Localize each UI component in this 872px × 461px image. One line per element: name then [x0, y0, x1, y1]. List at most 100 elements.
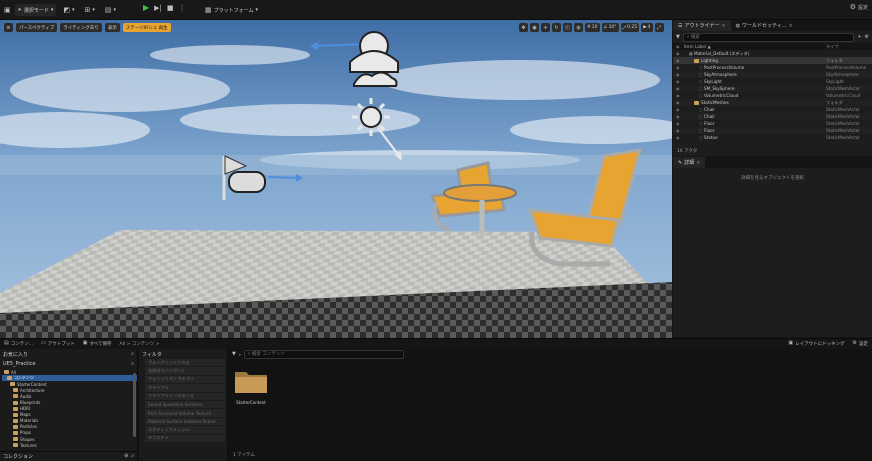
scale-icon[interactable]: ◰	[563, 23, 572, 32]
gear-icon[interactable]: ⚙	[865, 34, 869, 40]
rotation-snap[interactable]: ∠ 10°	[601, 23, 619, 32]
platforms-button[interactable]: ▦ プラットフォーム ▾	[202, 4, 261, 16]
step-icon[interactable]: ▶|	[154, 4, 162, 12]
filter-item[interactable]: マテリアル	[145, 384, 225, 393]
stop-icon[interactable]: ■	[167, 4, 174, 12]
outliner-row[interactable]: ◉ ◌ SkyAtmosphere SkyAtmosphere	[673, 71, 872, 78]
select-icon[interactable]: ◉	[530, 23, 539, 32]
outliner-row[interactable]: ◉ StaticMeshes フォルダ	[673, 99, 872, 106]
filter-item[interactable]: Rich Surround Volume Texture	[145, 409, 225, 418]
filter-icon[interactable]: ▼	[232, 351, 236, 357]
mode-select[interactable]: ➤ 選択モード ▾	[14, 4, 57, 16]
asset-tile-starter-content[interactable]: StarterContent	[234, 368, 268, 416]
gear-icon: ⚙	[852, 340, 857, 346]
filter-icon[interactable]: ▼	[676, 34, 680, 40]
add-icon[interactable]: ⊕	[124, 454, 128, 459]
col-label[interactable]: Item Label ▲	[684, 44, 826, 49]
outliner-search-input[interactable]: ⌕ 検索	[682, 32, 855, 42]
outliner-row[interactable]: ◉ ◌ SM_SkySphere StaticMeshActor	[673, 85, 872, 92]
outliner-row[interactable]: ◉ ◌ PostProcessVolume PostProcessVolume	[673, 64, 872, 71]
rotate-icon[interactable]: ↻	[552, 23, 561, 32]
close-icon[interactable]: ×	[788, 23, 792, 29]
content-settings-button[interactable]: ⚙ 設定	[853, 341, 868, 347]
favorites-header[interactable]: お気に入り ⌕	[0, 349, 137, 359]
outliner-row[interactable]: ◉ ◍ Material_Default (エディタ)	[673, 50, 872, 57]
outliner-row[interactable]: ◉ ◌ Floor StaticMeshActor	[673, 120, 872, 127]
maximize-icon[interactable]: ⤢	[654, 23, 664, 32]
add-icon[interactable]: +	[857, 34, 861, 40]
grid-snap[interactable]: #10	[585, 23, 600, 32]
output-log-button[interactable]: ▭ アウトプット	[41, 341, 75, 347]
hamburger-icon[interactable]: ≡	[4, 23, 13, 32]
asset-search-input[interactable]: ⌕ 検索 コンテンツ	[243, 349, 404, 359]
close-icon[interactable]: ×	[696, 160, 700, 166]
search-icon[interactable]: ⌕	[131, 361, 134, 367]
filter-item[interactable]: Sound Speedline Sections	[145, 400, 225, 410]
tree-scrollbar[interactable]	[133, 373, 136, 437]
outliner-row[interactable]: ◉ ◌ Chair StaticMeshActor	[673, 113, 872, 120]
save-icon[interactable]: ▣	[4, 6, 11, 14]
outliner-row[interactable]: ◉ ◌ Statue StaticMeshActor	[673, 134, 872, 141]
collections-header[interactable]: コレクション ⊕ ⌕	[0, 451, 137, 461]
settings-button[interactable]: ⚙ 設定	[850, 4, 868, 12]
col-type[interactable]: タイプ	[826, 44, 872, 50]
outliner-item-type: フォルダ	[826, 57, 843, 63]
move-icon[interactable]: ✛	[541, 23, 550, 32]
show-button[interactable]: 表示	[104, 23, 120, 32]
breadcrumb[interactable]: All > コンテンツ >	[120, 341, 160, 347]
filter-item[interactable]: テクスチャ	[145, 434, 225, 443]
filter-item[interactable]: ブループリントクラス	[145, 359, 225, 368]
tab-details[interactable]: ✎ 詳細 ×	[673, 157, 706, 168]
eye-icon[interactable]: ◉	[676, 135, 684, 140]
filters-header: フィルタ	[142, 351, 162, 358]
eye-icon[interactable]: ◉	[676, 128, 684, 133]
content-drawer-button[interactable]: ▤ コンテン...	[4, 341, 33, 347]
filter-item[interactable]: Material Surface Instance Scene	[145, 417, 225, 427]
folder-icon	[13, 418, 18, 423]
world-icon[interactable]: ◍	[574, 23, 583, 32]
outliner-row[interactable]: ◉ ◌ VolumetricCloud VolumetricCloud	[673, 92, 872, 99]
search-icon[interactable]: ⌕	[131, 351, 134, 357]
eye-icon[interactable]: ◉	[676, 58, 684, 63]
filter-item[interactable]: チェンジリストカテゴリ	[145, 375, 225, 385]
save-all-button[interactable]: ▣ すべて保存	[83, 341, 112, 347]
eye-icon[interactable]: ◉	[676, 86, 684, 91]
filter-item[interactable]: 名前付きバリアント	[145, 367, 225, 376]
search-icon[interactable]: ⌕	[131, 454, 134, 459]
scale-snap[interactable]: ⤢ 0.25	[620, 23, 640, 32]
eye-icon[interactable]: ◉	[676, 72, 684, 77]
outliner-row[interactable]: ◉ Lighting フォルダ	[673, 57, 872, 64]
close-icon[interactable]: ×	[721, 23, 725, 29]
folder-tree-item[interactable]: Textures	[2, 442, 137, 448]
more-icon[interactable]: ⋮	[179, 4, 186, 12]
outliner-row[interactable]: ◉ ◌ Chair StaticMeshActor	[673, 106, 872, 113]
camera-speed[interactable]: ▶ 4	[641, 23, 653, 32]
outliner-row[interactable]: ◉ ◌ Floor StaticMeshActor	[673, 127, 872, 134]
tab-world-settings[interactable]: ◍ ワールドセッティ... ×	[731, 20, 798, 31]
play-icon[interactable]: ▶	[143, 4, 149, 12]
eye-icon[interactable]: ◉	[676, 93, 684, 98]
content-add-button[interactable]: ◩ ▾	[60, 4, 77, 16]
filter-item[interactable]: スタティックメッシュ	[145, 426, 225, 435]
blueprint-button[interactable]: ⊞ ▾	[82, 4, 98, 16]
outliner-row[interactable]: ◉ ◌ SkyLight SkyLight	[673, 78, 872, 85]
chevron-down-icon[interactable]: ▾	[239, 352, 241, 357]
project-header[interactable]: UE5_Practice ⌕	[0, 359, 137, 369]
dock-layout-button[interactable]: ▣ レイアウトにドッキング	[788, 341, 844, 347]
eye-icon[interactable]: ◉	[676, 79, 684, 84]
eye-icon[interactable]: ◉	[676, 121, 684, 126]
eye-icon[interactable]: ◉	[676, 100, 684, 105]
outliner-tree: ◉ ◍ Material_Default (エディタ) ◉ Lighting フォルダ ◉…	[673, 50, 872, 141]
eye-icon[interactable]: ◉	[676, 107, 684, 112]
eye-icon[interactable]: ◉	[676, 114, 684, 119]
tab-outliner[interactable]: ☰ アウトライナー ×	[673, 20, 731, 31]
lit-button[interactable]: ライティングあり	[60, 23, 102, 32]
eye-icon[interactable]: ◉	[676, 65, 684, 70]
transform-icon[interactable]: ✥	[519, 23, 528, 32]
level-viewport[interactable]: ≡ パースペクティブ ライティングあり 表示 ステージIRシュ 再生 ✥ ◉ ✛…	[0, 20, 672, 338]
eye-icon[interactable]: ◉	[676, 51, 684, 56]
stage-playback-chip[interactable]: ステージIRシュ 再生	[122, 23, 171, 32]
cinematics-button[interactable]: ▤ ▾	[102, 4, 119, 16]
filter-item[interactable]: マテリアルインスタンス	[145, 392, 225, 401]
perspective-button[interactable]: パースペクティブ	[16, 23, 58, 32]
